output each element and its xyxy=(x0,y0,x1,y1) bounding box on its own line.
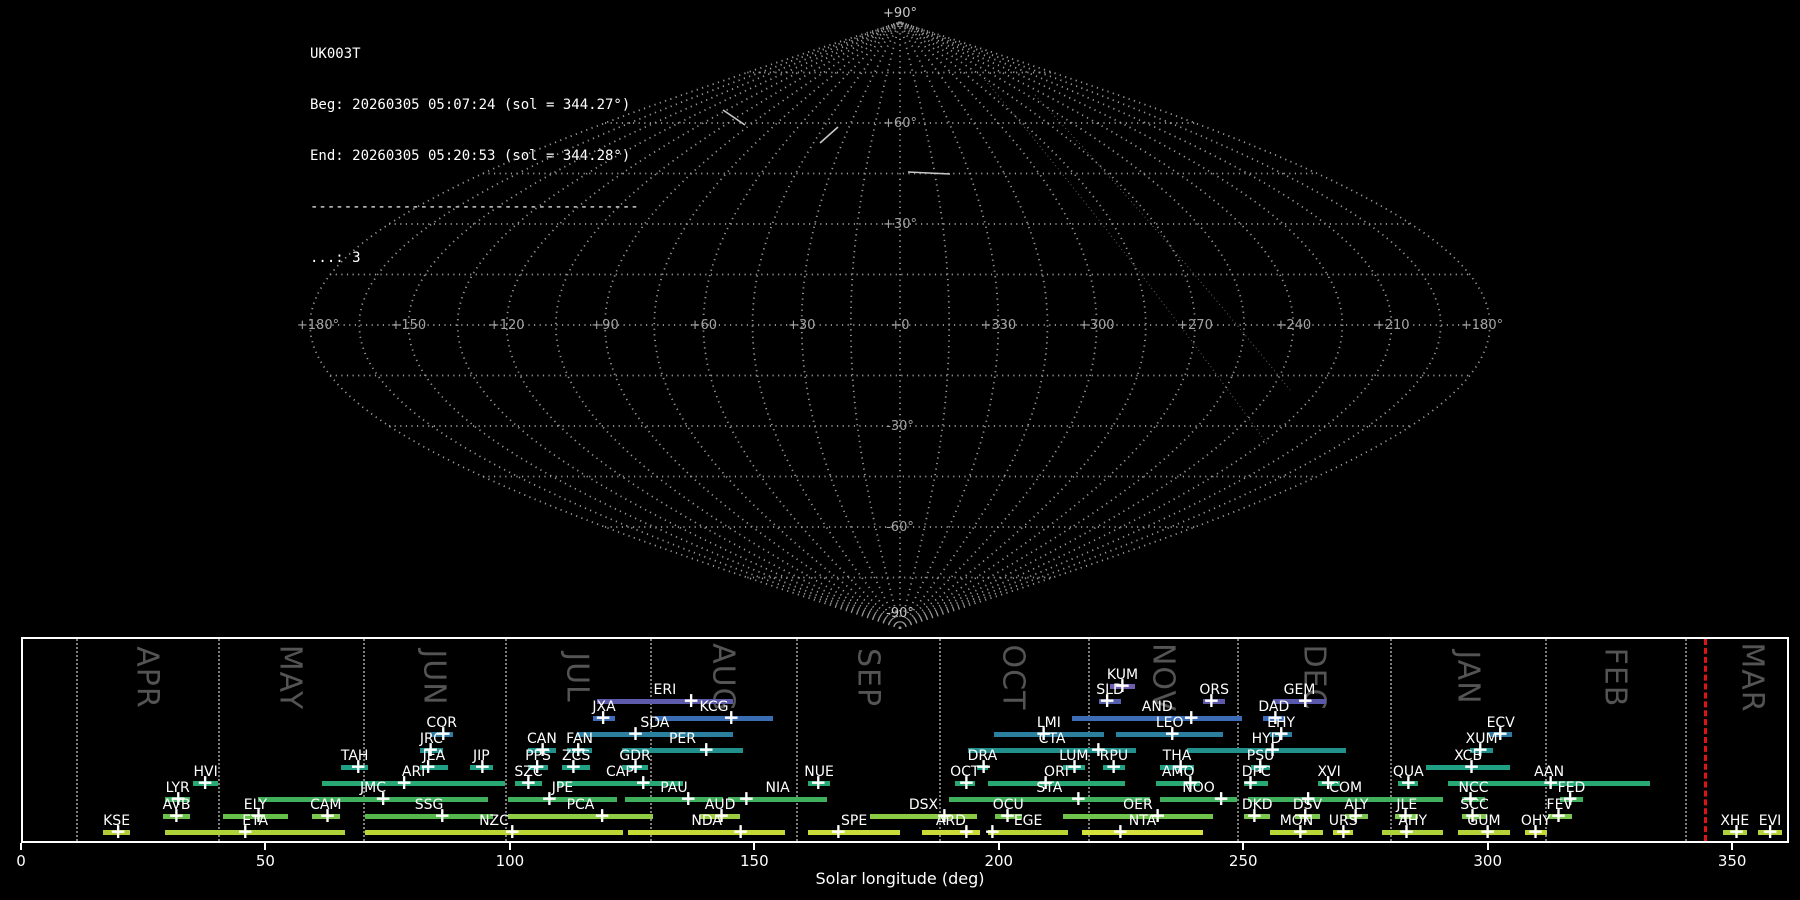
shower-code-label: AND xyxy=(1141,699,1173,715)
month-gridline xyxy=(75,639,78,841)
axis-tick-label: 250 xyxy=(1228,852,1258,870)
shower-peak-marker: + xyxy=(1463,754,1480,778)
month-label: SEP xyxy=(850,647,886,708)
axis-tick-label: 200 xyxy=(984,852,1014,870)
activity-timeline: Solar longitude (deg) APR MAY JUN JUL AUG SEP… xyxy=(0,0,1800,900)
shower-peak-marker: + xyxy=(503,819,521,843)
shower-code-label: AMO xyxy=(1161,764,1195,780)
timeline-panel-left-border xyxy=(21,637,23,841)
axis-tick xyxy=(1731,843,1734,850)
month-gridline xyxy=(363,639,366,841)
shower-peak-marker: + xyxy=(594,705,612,729)
shower-code-label: NIA xyxy=(765,780,790,796)
axis-tick xyxy=(264,843,267,850)
month-gridline xyxy=(217,639,220,841)
month-label: JUN xyxy=(416,649,452,706)
shower-peak-marker: + xyxy=(1098,688,1116,712)
shower-peak-marker: + xyxy=(1527,819,1544,843)
shower-bar xyxy=(808,830,900,835)
x-axis-title: Solar longitude (deg) xyxy=(815,869,985,888)
shower-code-label: CTA xyxy=(1038,731,1066,747)
month-label: APR xyxy=(129,646,165,709)
shower-peak-marker: + xyxy=(319,803,336,827)
shower-peak-marker: + xyxy=(1070,786,1087,810)
month-gridline xyxy=(505,639,507,841)
shower-code-label: JMC xyxy=(360,780,386,796)
axis-tick xyxy=(753,843,756,850)
month-label: FEB xyxy=(1597,647,1633,708)
shower-bar xyxy=(507,814,654,819)
shower-peak-marker: + xyxy=(722,705,740,729)
shower-peak-marker: + xyxy=(1479,819,1496,843)
shower-code-label: SSG xyxy=(414,797,444,813)
shower-peak-marker: + xyxy=(109,819,127,843)
month-gridline xyxy=(796,639,799,841)
month-label: MAY xyxy=(272,644,308,711)
month-label: OCT xyxy=(995,644,1031,711)
shower-peak-marker: + xyxy=(732,819,749,843)
shower-peak-marker: + xyxy=(1398,819,1415,843)
shower-peak-marker: + xyxy=(374,786,392,810)
shower-bar xyxy=(365,830,623,835)
month-label: JAN xyxy=(1450,650,1486,705)
meteor-observation-screen: UK003T Beg: 20260305 05:07:24 (sol = 344… xyxy=(0,0,1800,900)
shower-peak-marker: + xyxy=(958,770,975,794)
axis-tick xyxy=(20,843,22,850)
shower-peak-marker: + xyxy=(168,803,185,827)
current-sol-line xyxy=(1704,639,1708,841)
shower-peak-marker: + xyxy=(1163,721,1181,745)
shower-bar xyxy=(1081,830,1204,835)
shower-peak-marker: + xyxy=(474,754,491,778)
axis-tick xyxy=(1242,843,1245,850)
axis-tick-label: 100 xyxy=(495,852,525,870)
month-label: MAR xyxy=(1734,642,1770,713)
shower-code-label: COM xyxy=(1329,780,1363,796)
shower-peak-marker: + xyxy=(1105,754,1122,778)
shower-peak-marker: + xyxy=(1761,819,1779,843)
shower-peak-marker: + xyxy=(1112,819,1129,843)
shower-peak-marker: + xyxy=(627,721,644,745)
month-gridline xyxy=(1684,639,1687,841)
shower-peak-marker: + xyxy=(1203,688,1220,712)
shower-peak-marker: + xyxy=(433,803,451,827)
shower-peak-marker: + xyxy=(697,737,715,761)
shower-peak-marker: + xyxy=(1242,770,1259,794)
shower-peak-marker: + xyxy=(236,819,254,843)
shower-peak-marker: + xyxy=(958,819,975,843)
shower-code-label: ARI xyxy=(401,764,426,780)
axis-tick-label: 150 xyxy=(740,852,769,870)
shower-code-label: ORI xyxy=(1044,764,1069,780)
shower-bar xyxy=(628,830,786,835)
shower-peak-marker: + xyxy=(809,770,827,794)
shower-peak-marker: + xyxy=(984,819,1001,843)
axis-tick-label: 300 xyxy=(1473,852,1502,870)
shower-code-label: ETA xyxy=(242,813,269,829)
axis-tick-label: 350 xyxy=(1717,852,1747,870)
shower-peak-marker: + xyxy=(1335,819,1352,843)
axis-tick xyxy=(997,843,1000,850)
axis-tick xyxy=(1486,843,1489,850)
axis-tick-label: 0 xyxy=(16,852,26,870)
axis-tick-label: 50 xyxy=(255,852,275,870)
shower-peak-marker: + xyxy=(349,754,367,778)
shower-code-label: EGE xyxy=(1013,813,1043,829)
shower-peak-marker: + xyxy=(830,819,847,843)
shower-peak-marker: + xyxy=(1292,819,1309,843)
shower-peak-marker: + xyxy=(593,803,611,827)
shower-peak-marker: + xyxy=(1246,803,1263,827)
shower-code-label: NDA xyxy=(691,813,722,829)
axis-tick xyxy=(508,843,511,850)
timeline-panel-bottom-axis xyxy=(21,841,1789,843)
shower-bar xyxy=(165,830,346,835)
shower-peak-marker: + xyxy=(565,754,582,778)
shower-peak-marker: + xyxy=(1400,770,1417,794)
